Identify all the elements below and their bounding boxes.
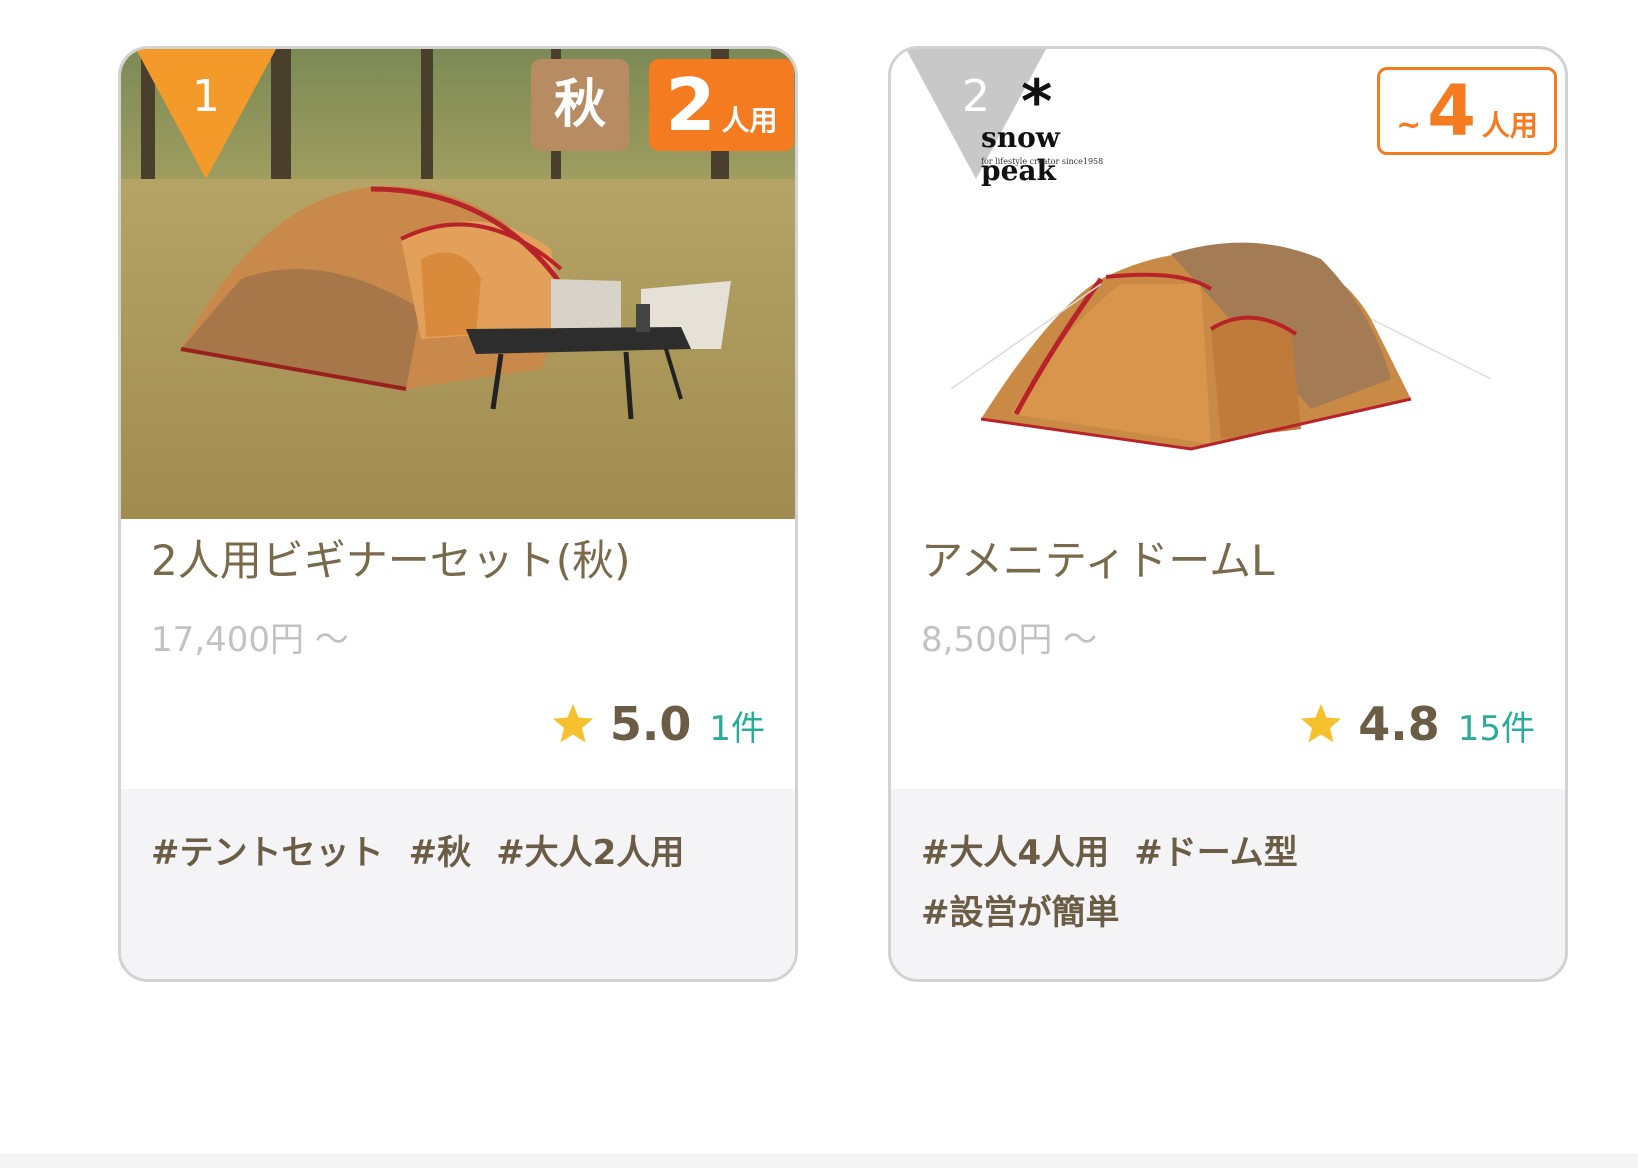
product-price: 8,500円 〜 — [921, 620, 1098, 660]
product-title[interactable]: アメニティドームL — [921, 527, 1275, 588]
capacity-prefix: ~ — [1396, 108, 1422, 143]
capacity-badge: 2 人用 — [649, 59, 794, 151]
brand-name: snow peak — [981, 121, 1060, 187]
product-price: 17,400円 〜 — [151, 620, 349, 660]
brand-tagline: for lifestyle creator since1958 — [981, 157, 1104, 166]
capacity-number: 2 — [665, 63, 716, 147]
capacity-badge: ~ 4 人用 — [1377, 67, 1557, 155]
brand-logo: * snow peak for lifestyle creator since1… — [981, 67, 1111, 187]
tag-list: #大人4人用 #ドーム型 #設営が簡単 — [891, 789, 1565, 979]
capacity-unit: 人用 — [721, 104, 778, 137]
tag-item[interactable]: #設営が簡単 — [921, 883, 1120, 943]
rating-row: 4.8 15件 — [1298, 697, 1535, 751]
review-count[interactable]: 1件 — [709, 701, 765, 750]
page-bottom-divider — [0, 1154, 1638, 1168]
product-card-1[interactable]: 1 秋 2 人用 2人用ビギナーセット(秋) 17,400円 〜 5.0 1件 … — [118, 46, 798, 982]
tag-item[interactable]: #大人2人用 — [496, 823, 684, 883]
tag-item[interactable]: #ドーム型 — [1134, 823, 1297, 883]
review-count[interactable]: 15件 — [1458, 701, 1535, 750]
star-icon — [552, 703, 593, 743]
capacity-number: 4 — [1427, 70, 1476, 152]
tag-item[interactable]: #秋 — [409, 823, 472, 883]
rank-number: 1 — [192, 71, 220, 122]
rank-badge: 1 — [136, 49, 276, 179]
tag-list: #テントセット #秋 #大人2人用 — [121, 789, 795, 979]
tag-item[interactable]: #大人4人用 — [921, 823, 1109, 883]
rating-score: 4.8 — [1358, 697, 1440, 751]
star-icon — [1301, 703, 1342, 743]
rating-row: 5.0 1件 — [550, 697, 765, 751]
capacity-unit: 人用 — [1481, 109, 1538, 142]
season-badge: 秋 — [531, 59, 629, 151]
tag-item[interactable]: #テントセット — [151, 823, 384, 883]
rating-score: 5.0 — [609, 697, 692, 751]
product-card-2[interactable]: 2 * snow peak for lifestyle creator sinc… — [888, 46, 1568, 982]
product-title[interactable]: 2人用ビギナーセット(秋) — [151, 527, 631, 588]
